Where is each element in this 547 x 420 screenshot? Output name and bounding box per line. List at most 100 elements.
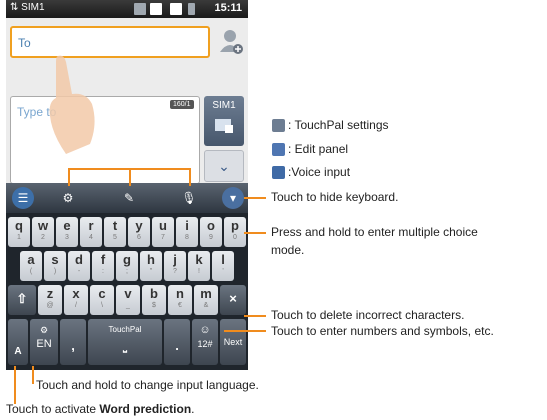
key-sublabel: 8 <box>185 234 189 241</box>
shift-icon: ⇧ <box>16 291 28 306</box>
language-key[interactable]: ⚙ EN <box>30 319 58 365</box>
key-label: r <box>88 218 94 233</box>
key-sublabel: " <box>149 268 153 275</box>
numbers-label: 12# <box>197 339 213 349</box>
space-key[interactable]: TouchPal ⎵ <box>88 319 162 365</box>
period-key[interactable]: . <box>164 319 190 365</box>
key-sublabel: 2 <box>41 234 45 241</box>
key-v[interactable]: v _ <box>116 285 140 315</box>
key-y[interactable]: y6 <box>128 217 150 247</box>
expand-button[interactable]: ⌄ <box>204 150 244 182</box>
key-z[interactable]: z @ <box>38 285 62 315</box>
numbers-key[interactable]: ☺ 12# <box>192 319 218 365</box>
ann-press-hold-2: mode. <box>271 243 305 257</box>
key-d[interactable]: d- <box>68 251 90 281</box>
callout-line <box>224 330 266 332</box>
key-o[interactable]: o9 <box>200 217 222 247</box>
battery-icon <box>188 3 195 15</box>
shift-key[interactable]: ⇧ <box>8 285 36 315</box>
key-sublabel: / <box>75 302 77 309</box>
send-sim-button[interactable]: SIM1 <box>204 96 244 146</box>
callout-line <box>32 366 34 384</box>
key-i[interactable]: i8 <box>176 217 198 247</box>
word-list-icon[interactable]: ☰ <box>12 187 34 209</box>
key-sublabel: @ <box>46 302 54 309</box>
key-u[interactable]: u7 <box>152 217 174 247</box>
delete-key[interactable]: × <box>220 285 246 315</box>
key-q[interactable]: q1 <box>8 217 30 247</box>
key-label: m <box>200 286 212 301</box>
hide-keyboard-icon[interactable]: ▾ <box>222 187 244 209</box>
key-f[interactable]: f: <box>92 251 114 281</box>
key-e[interactable]: e3 <box>56 217 78 247</box>
key-label: x <box>72 286 80 301</box>
compose-screen: To Type to 160/1 SIM1 ⌄ <box>6 18 248 184</box>
sim-card-icon <box>134 3 146 15</box>
next-key[interactable]: Next <box>220 319 246 365</box>
next-label: Next <box>223 337 243 347</box>
ann-press-hold-1: Press and hold to enter multiple choice <box>271 225 478 239</box>
status-bar: ⇅ SIM1 15:11 <box>6 0 248 18</box>
edit-legend-icon <box>272 143 285 156</box>
settings-legend-icon <box>272 119 285 132</box>
key-sublabel: ' <box>222 268 224 275</box>
key-a[interactable]: a( <box>20 251 42 281</box>
key-sublabel: 3 <box>65 234 69 241</box>
to-field[interactable]: To <box>10 26 210 58</box>
message-field[interactable]: Type to <box>10 96 200 184</box>
key-label: h <box>147 252 155 267</box>
key-label: l <box>221 252 225 267</box>
key-n[interactable]: n € <box>168 285 192 315</box>
space-label: TouchPal <box>108 325 142 334</box>
word-prediction-icon: A <box>14 346 22 357</box>
key-sublabel: 1 <box>17 234 21 241</box>
key-sublabel: 0 <box>233 234 237 241</box>
key-sublabel: & <box>203 302 209 309</box>
key-h[interactable]: h " <box>140 251 162 281</box>
key-r[interactable]: r4 <box>80 217 102 247</box>
lang-gear-icon: ⚙ <box>39 325 49 335</box>
key-j[interactable]: j? <box>164 251 186 281</box>
key-g[interactable]: g; <box>116 251 138 281</box>
key-c[interactable]: c \ <box>90 285 114 315</box>
key-label: s <box>51 252 59 267</box>
callout-line <box>244 232 266 234</box>
key-s[interactable]: s) <box>44 251 66 281</box>
key-p[interactable]: p0 <box>224 217 246 247</box>
ann-word-prediction: Touch to activate Word prediction. <box>6 402 195 416</box>
key-label: o <box>207 218 215 233</box>
edit-panel-icon[interactable]: ✎ <box>118 187 140 209</box>
key-label: e <box>63 218 71 233</box>
key-sublabel: ? <box>173 268 177 275</box>
sim-indicator: ⇅ SIM1 <box>10 2 45 13</box>
clock: 15:11 <box>214 2 242 14</box>
key-m[interactable]: m & <box>194 285 218 315</box>
key-label: f <box>100 252 106 267</box>
period-label: . <box>175 338 179 353</box>
key-t[interactable]: t5 <box>104 217 126 247</box>
key-b[interactable]: b $ <box>142 285 166 315</box>
sim-label: SIM1 <box>21 2 45 13</box>
emoji-icon: ☺ <box>199 324 211 336</box>
key-label: j <box>173 252 177 267</box>
key-w[interactable]: w2 <box>32 217 54 247</box>
add-contact-icon[interactable] <box>218 28 244 56</box>
key-label: q <box>15 218 23 233</box>
voice-input-icon[interactable]: 🎙 <box>178 187 200 209</box>
space-bar-icon: ⎵ <box>123 342 127 353</box>
ann-wp-bold: Word prediction <box>99 402 192 416</box>
callout-line <box>244 197 266 199</box>
word-prediction-key[interactable]: A <box>8 319 28 365</box>
key-x[interactable]: x / <box>64 285 88 315</box>
settings-icon[interactable]: ⚙ <box>57 187 79 209</box>
key-sublabel: : <box>102 268 104 275</box>
key-k[interactable]: k! <box>188 251 210 281</box>
sim-button-label: SIM1 <box>212 100 236 111</box>
comma-key[interactable]: , <box>60 319 86 365</box>
key-label: y <box>135 218 143 233</box>
language-label: EN <box>36 338 52 350</box>
key-sublabel: € <box>178 302 182 309</box>
key-l[interactable]: l ' <box>212 251 234 281</box>
key-label: k <box>195 252 203 267</box>
key-label: u <box>159 218 167 233</box>
